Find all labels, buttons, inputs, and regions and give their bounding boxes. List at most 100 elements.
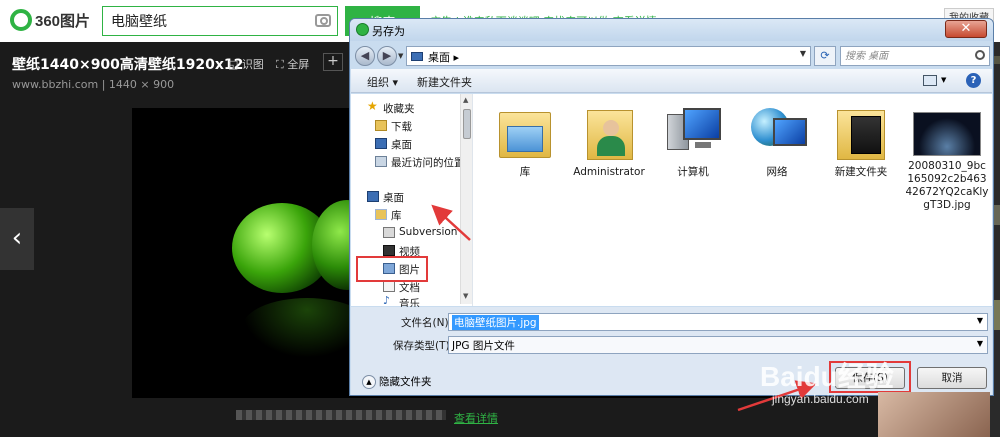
library-folder-icon — [493, 104, 557, 162]
address-location: 桌面 — [428, 51, 450, 64]
file-label: 库 — [519, 166, 531, 178]
nav-downloads[interactable]: 下载 — [351, 117, 456, 135]
file-label: 计算机 — [677, 166, 709, 178]
image-meta: www.bbzhi.com | 1440 × 900 — [12, 78, 175, 91]
desktop-highlight-annotation — [356, 256, 428, 282]
chevron-down-icon[interactable]: ▼ — [977, 339, 983, 348]
author-avatar — [878, 392, 990, 437]
dialog-titlebar[interactable]: 另存为 ✕ — [350, 19, 993, 41]
nav-subversion[interactable]: Subversion — [351, 224, 458, 242]
blurred-source-text — [236, 410, 446, 420]
forward-arrow-icon[interactable]: ▶ — [377, 46, 397, 66]
address-text: 桌面 ▸ — [428, 49, 459, 65]
back-arrow-icon[interactable]: ◀ — [355, 46, 375, 66]
computer-icon — [661, 104, 725, 162]
user-folder-icon — [577, 104, 641, 162]
nav-label: 最近访问的位置 — [391, 157, 465, 169]
address-row: ◀ ▶ ▼ 桌面 ▸ ▼ ⟳ — [350, 41, 993, 69]
file-label: 新建文件夹 — [834, 166, 888, 178]
nav-library[interactable]: 库 — [351, 206, 456, 224]
nav-desktop-root[interactable]: 桌面 — [351, 188, 456, 206]
file-label: Administrator — [573, 166, 645, 178]
scroll-thumb[interactable] — [463, 109, 471, 139]
address-dropdown-icon[interactable]: ▼ — [800, 49, 806, 58]
refresh-icon[interactable]: ⟳ — [814, 46, 836, 66]
folder-search-input[interactable] — [841, 47, 966, 65]
nav-desktop[interactable]: 桌面 — [351, 135, 456, 153]
folder-icon — [829, 104, 893, 162]
nav-recent-places[interactable]: 最近访问的位置 — [351, 153, 465, 171]
app-icon — [356, 23, 369, 36]
subversion-icon — [383, 227, 395, 238]
nav-label: 桌面 — [383, 192, 404, 204]
new-folder-button[interactable]: 新建文件夹 — [417, 74, 472, 90]
dialog-title: 另存为 — [372, 25, 405, 38]
fullscreen-label: 全屏 — [287, 58, 310, 71]
video-icon — [383, 245, 395, 256]
nav-label: 桌面 — [391, 139, 412, 151]
camera-icon[interactable] — [315, 14, 331, 27]
search-input[interactable] — [103, 7, 303, 35]
folder-search — [840, 46, 990, 66]
file-item-computer[interactable]: 计算机 — [653, 104, 733, 179]
filename-input[interactable]: 电脑壁纸图片.jpg ▼ — [448, 313, 988, 331]
nav-label: 下载 — [391, 121, 412, 133]
nav-label: Subversion — [399, 226, 458, 238]
scroll-down-icon[interactable]: ▼ — [463, 292, 468, 300]
nav-label: 库 — [391, 210, 402, 222]
help-icon[interactable]: ? — [966, 73, 981, 88]
more-tools-button[interactable]: + — [323, 53, 343, 71]
hide-folders-toggle[interactable]: ▲ 隐藏文件夹 — [362, 374, 432, 389]
documents-icon — [383, 281, 395, 292]
view-detail-link[interactable]: 查看详情 — [454, 410, 498, 426]
desktop-icon — [375, 138, 387, 149]
cancel-button[interactable]: 取消 — [917, 367, 987, 389]
file-item-library[interactable]: 库 — [485, 104, 565, 179]
watermark-url: jingyan.baidu.com — [772, 392, 869, 406]
fullscreen-link[interactable]: ⛶ 全屏 — [276, 56, 309, 72]
network-icon — [745, 104, 809, 162]
identify-label: 识图 — [241, 58, 264, 71]
view-options-icon[interactable] — [923, 75, 937, 86]
filetype-value: JPG 图片文件 — [452, 340, 515, 352]
address-bar[interactable]: 桌面 ▸ ▼ — [406, 46, 811, 66]
file-item-network[interactable]: 网络 — [737, 104, 817, 179]
file-label: 网络 — [766, 166, 788, 178]
scroll-up-icon[interactable]: ▲ — [463, 96, 468, 104]
filename-label: 文件名(N): — [401, 317, 453, 329]
hide-folders-label: 隐藏文件夹 — [379, 376, 432, 388]
star-icon: ★ — [367, 99, 378, 113]
nav-scrollbar[interactable]: ▲ ▼ — [460, 94, 472, 304]
identify-link[interactable]: ◱ 识图 — [228, 56, 264, 72]
recent-locations-dropdown[interactable]: ▼ — [398, 52, 403, 60]
logo-ring-icon — [10, 9, 32, 31]
save-as-dialog: 另存为 ✕ ◀ ▶ ▼ 桌面 ▸ ▼ ⟳ 组织 ▾ 新建文件夹 ▼ ? ★ 收藏… — [349, 18, 994, 396]
nav-label: 文档 — [399, 282, 420, 294]
file-item-administrator[interactable]: Administrator — [569, 104, 649, 179]
close-button[interactable]: ✕ — [945, 20, 987, 38]
filetype-select[interactable]: JPG 图片文件 ▼ — [448, 336, 988, 354]
watermark-brand: Baidu经验 — [760, 361, 894, 392]
address-chevron-icon[interactable]: ▸ — [454, 51, 460, 64]
command-bar: 组织 ▾ 新建文件夹 ▼ ? — [351, 69, 992, 93]
image-title: 壁纸1440×900高清壁纸1920x12 — [12, 57, 244, 73]
music-icon: ♪ — [383, 294, 391, 307]
image-file-icon — [913, 112, 981, 156]
file-item-jpg[interactable]: 20080310_9bc165092c2b46342672YQ2caKlygT3… — [905, 104, 989, 212]
chevron-up-icon: ▲ — [362, 375, 376, 389]
search-icon[interactable] — [975, 50, 985, 60]
site-logo[interactable]: 360图片 — [10, 9, 90, 31]
file-item-new-folder[interactable]: 新建文件夹 — [821, 104, 901, 179]
view-dropdown-icon[interactable]: ▼ — [941, 76, 946, 84]
desktop-icon — [411, 52, 423, 61]
organize-menu[interactable]: 组织 ▾ — [367, 74, 398, 90]
file-label: 20080310_9bc165092c2b46342672YQ2caKlygT3… — [905, 160, 989, 211]
nav-favorites[interactable]: ★ 收藏夹 — [351, 99, 456, 117]
chevron-down-icon[interactable]: ▼ — [977, 316, 983, 325]
previous-image-button[interactable]: ‹ — [0, 208, 34, 270]
recent-places-icon — [375, 156, 387, 167]
search-box — [102, 6, 338, 36]
save-form: 文件名(N): 电脑壁纸图片.jpg ▼ 保存类型(T): JPG 图片文件 ▼… — [351, 307, 992, 395]
filetype-label: 保存类型(T): — [393, 340, 454, 352]
nav-label: 收藏夹 — [383, 103, 415, 115]
